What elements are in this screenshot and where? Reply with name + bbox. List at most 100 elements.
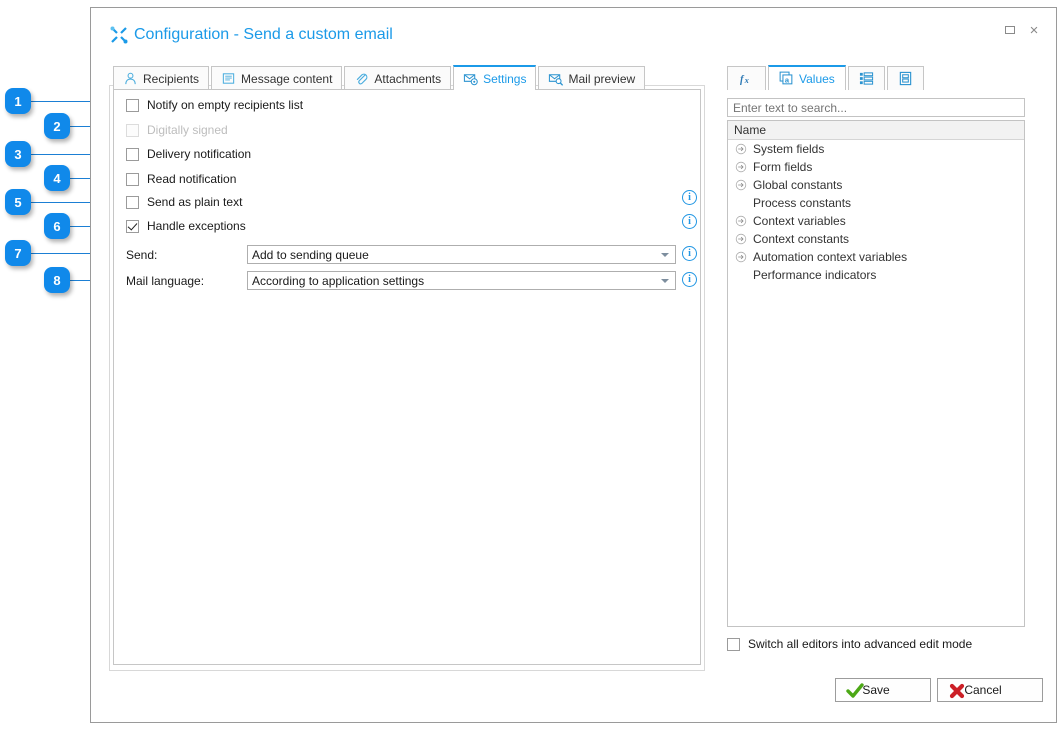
tree-item-form-fields[interactable]: Form fields (728, 158, 1024, 176)
checkbox-row-delivery-notification[interactable]: Delivery notification (126, 147, 251, 161)
tree-item-global-constants[interactable]: Global constants (728, 176, 1024, 194)
checkbox-handle-exceptions[interactable] (126, 219, 139, 233)
values-tab-fx[interactable]: fx (727, 66, 766, 90)
checkbox-label: Digitally signed (147, 123, 228, 137)
dropdown-value: Add to sending queue (252, 247, 369, 262)
settings-tab-panel: Notify on empty recipients list Digitally… (113, 89, 701, 665)
callout-line-6 (70, 226, 90, 227)
message-icon (222, 73, 235, 84)
main-tabstrip: Recipients Message content Attachments Sett… (113, 65, 647, 90)
callout-badge-8: 8 (44, 267, 70, 293)
svg-text:x: x (744, 75, 749, 85)
checkbox-digitally-signed (126, 123, 139, 137)
checkbox-read-notification[interactable] (126, 172, 139, 186)
dialog-title: Configuration - Send a custom email (134, 26, 393, 43)
dropdown-value: According to application settings (252, 273, 425, 288)
tree-arrow-icon (735, 179, 747, 191)
tree-item-context-constants[interactable]: Context constants (728, 230, 1024, 248)
checkbox-row-digitally-signed: Digitally signed (126, 123, 228, 137)
dropdown-send[interactable]: Add to sending queue (247, 245, 676, 264)
info-icon-2[interactable]: i (682, 214, 697, 229)
tab-label: Settings (483, 71, 527, 86)
callout-badge-3: 3 (5, 141, 31, 167)
checkbox-row-notify-on-empty-recipients-list[interactable]: Notify on empty recipients list (126, 98, 303, 112)
tree-item-label: Context constants (753, 232, 850, 246)
dropdown-mail-language[interactable]: According to application settings (247, 271, 676, 290)
values-tabstrip: f x a Values (727, 65, 926, 90)
close-button[interactable]: × (1026, 22, 1042, 39)
tree-item-label: Context variables (753, 214, 846, 228)
cancel-button[interactable]: Cancel (937, 678, 1043, 702)
tools-icon (110, 26, 128, 44)
callout-badge-7: 7 (5, 240, 31, 266)
tab-label: Mail preview (568, 71, 636, 86)
tab-message-content[interactable]: Message content (211, 66, 343, 90)
listbox-column-header-name: Name (728, 121, 1024, 140)
tab-label: Attachments (374, 71, 442, 86)
callout-badge-1: 1 (5, 88, 31, 114)
tree-item-label: System fields (753, 142, 825, 156)
paperclip-icon (357, 73, 368, 85)
maximize-button[interactable] (1002, 22, 1018, 38)
checkbox-delivery-notification[interactable] (126, 147, 139, 161)
checkbox-row-read-notification[interactable]: Read notification (126, 172, 236, 186)
tree-arrow-icon (735, 233, 747, 245)
tab-attachments[interactable]: Attachments (344, 66, 452, 90)
values-listbox[interactable]: Name System fields Form fields Global cons… (727, 120, 1025, 627)
callout-line-8 (70, 280, 90, 281)
chevron-down-icon (661, 253, 669, 257)
advanced-edit-mode-row[interactable]: Switch all editors into advanced edit mo… (727, 637, 972, 651)
tree-item-label: Automation context variables (753, 250, 908, 264)
fx-icon: fx (740, 75, 749, 86)
configuration-dialog: Configuration - Send a custom email × Re… (90, 7, 1057, 723)
checkmark-icon (846, 683, 864, 698)
checkbox-row-handle-exceptions[interactable]: Handle exceptions (126, 219, 246, 233)
tree-item-label: Form fields (753, 160, 813, 174)
callout-line-4 (70, 178, 90, 179)
tree-item-automation-context-variables[interactable]: Automation context variables (728, 248, 1024, 266)
checkbox-row-send-as-plain-text[interactable]: Send as plain text (126, 195, 242, 209)
advanced-edit-mode-checkbox[interactable] (727, 637, 740, 651)
checkbox-label: Notify on empty recipients list (147, 98, 304, 112)
info-icon-1[interactable]: i (682, 190, 697, 205)
tree-item-process-constants[interactable]: Process constants (728, 194, 1024, 212)
tab-mail-preview[interactable]: Mail preview (538, 66, 646, 90)
search-input[interactable] (727, 98, 1025, 117)
save-button[interactable]: Save (835, 678, 931, 702)
tree-item-label: Global constants (753, 178, 843, 192)
info-icon-3[interactable]: i (682, 246, 697, 261)
values-tab-values[interactable]: a Values (768, 65, 846, 90)
values-tab-list-grid[interactable] (847, 66, 885, 90)
info-icon-4[interactable]: i (682, 272, 697, 287)
checkbox-label: Read notification (147, 172, 237, 186)
advanced-edit-mode-label: Switch all editors into advanced edit mo… (748, 637, 973, 651)
tree-arrow-icon (735, 161, 747, 173)
callout-line-2 (70, 126, 90, 127)
tree-item-context-variables[interactable]: Context variables (728, 212, 1024, 230)
cross-icon (949, 683, 965, 699)
values-side-panel: fx a Values Name System fields Form fields G… (727, 65, 1031, 665)
values-tab-label: Values (799, 71, 835, 86)
tree-item-performance-indicators[interactable]: Performance indicators (728, 266, 1024, 284)
tree-arrow-icon (735, 215, 747, 227)
mail-search-icon (549, 74, 564, 86)
checkbox-notify-on-empty-recipients-list[interactable] (126, 98, 139, 112)
person-icon (125, 72, 136, 85)
callout-line-1 (31, 101, 90, 102)
callout-badge-5: 5 (5, 189, 31, 215)
callout-badge-2: 2 (44, 113, 70, 139)
values-tree: System fields Form fields Global constants… (728, 140, 1024, 284)
main-tab-host: Recipients Message content Attachments Sett… (109, 65, 723, 671)
tree-item-system-fields[interactable]: System fields (728, 140, 1024, 158)
mail-gear-icon (464, 74, 478, 86)
values-tab-document[interactable] (886, 66, 924, 90)
values-a-icon: a (779, 71, 793, 85)
checkbox-label: Delivery notification (147, 147, 252, 161)
list-grid-icon (859, 72, 873, 85)
callout-line-7 (31, 253, 90, 254)
tree-item-label: Performance indicators (753, 268, 877, 282)
tab-recipients[interactable]: Recipients (113, 66, 210, 90)
tab-settings[interactable]: Settings (453, 65, 537, 90)
document-icon (899, 71, 912, 86)
checkbox-send-as-plain-text[interactable] (126, 195, 139, 209)
